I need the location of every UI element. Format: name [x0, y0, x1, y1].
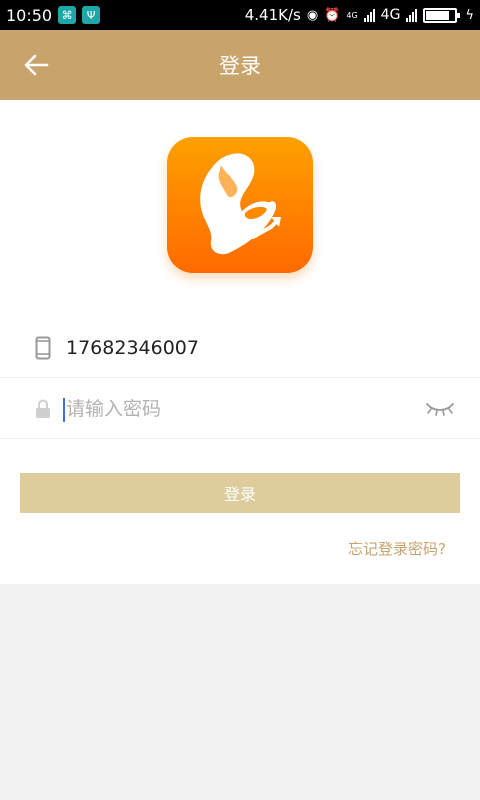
status-bar-left: 10:50 ⌘ Ψ: [6, 5, 101, 25]
status-bar: 10:50 ⌘ Ψ 4.41K/s ◉ ⏰ 4G 4G ϟ: [0, 0, 480, 30]
back-button[interactable]: [18, 47, 54, 83]
password-row: [0, 379, 480, 439]
arrow-left-icon: [24, 54, 49, 76]
network-type: 4G: [380, 7, 401, 23]
text-cursor: [63, 398, 65, 422]
login-panel: 登录 忘记登录密码?: [0, 100, 480, 584]
login-button[interactable]: 登录: [20, 473, 460, 513]
show-password-toggle[interactable]: [424, 397, 456, 421]
status-bar-right: 4.41K/s ◉ ⏰ 4G 4G ϟ: [245, 6, 474, 24]
eye-closed-icon: [426, 403, 454, 416]
signal-icon: [363, 8, 375, 22]
lock-icon: [32, 396, 54, 422]
battery-icon: [423, 7, 461, 23]
squirrel-logo-icon: [200, 153, 281, 255]
network-speed: 4.41K/s: [244, 6, 301, 24]
charging-icon: ϟ: [465, 7, 474, 23]
signal-icon-2: [406, 8, 418, 22]
status-time: 10:50: [6, 5, 53, 25]
phone-input[interactable]: [66, 327, 406, 368]
page-title: 登录: [219, 54, 261, 78]
app-header: 登录: [0, 30, 480, 100]
notification-app-icon: ⌘: [58, 6, 77, 24]
phone-icon: [32, 335, 54, 361]
network-type-small: 4G: [346, 10, 358, 20]
password-input[interactable]: [66, 388, 406, 429]
phone-row: [0, 318, 480, 378]
alarm-icon: ⏰: [324, 7, 341, 23]
location-icon: ◉: [306, 7, 319, 23]
battery-level: [426, 10, 449, 20]
app-logo: [167, 137, 313, 273]
forgot-password-link[interactable]: 忘记登录密码?: [348, 538, 446, 559]
usb-icon: Ψ: [82, 6, 101, 24]
